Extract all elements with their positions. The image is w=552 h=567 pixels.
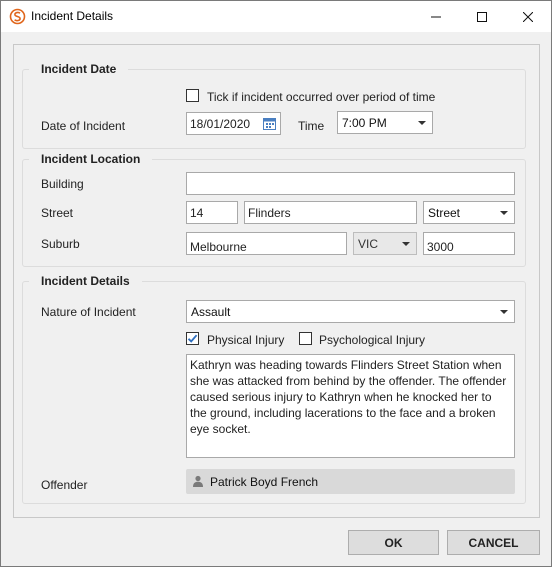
suburb-label: Suburb [41, 237, 80, 251]
minimize-icon [431, 16, 441, 17]
minimize-button[interactable] [413, 1, 459, 32]
chevron-down-icon [500, 310, 508, 314]
date-of-incident-label: Date of Incident [41, 119, 126, 133]
time-dropdown[interactable]: 7:00 PM [337, 111, 433, 134]
person-icon [193, 475, 203, 487]
building-label: Building [41, 177, 84, 191]
window-title: Incident Details [31, 9, 114, 23]
checkmark-icon [187, 334, 198, 343]
date-of-incident-field[interactable]: 18/01/2020 [186, 112, 281, 135]
street-label: Street [41, 206, 74, 220]
chevron-down-icon [500, 211, 508, 215]
offender-label: Offender [41, 478, 88, 492]
incident-date-group [22, 69, 526, 149]
period-checkbox-label: Tick if incident occurred over period of… [207, 90, 436, 104]
app-logo-icon [9, 8, 26, 25]
street-type-dropdown[interactable]: Street [423, 201, 515, 224]
street-name-input[interactable]: Flinders [244, 201, 417, 224]
suburb-input[interactable]: Melbourne [186, 232, 347, 255]
postcode-input[interactable]: 3000 [423, 232, 515, 255]
maximize-icon [477, 11, 487, 22]
physical-injury-checkbox[interactable] [186, 332, 199, 345]
incident-description-textarea[interactable]: Kathryn was heading towards Flinders Str… [186, 354, 515, 458]
chevron-down-icon [402, 242, 410, 246]
date-of-incident-value: 18/01/2020 [190, 117, 251, 131]
street-type-value: Street [428, 206, 461, 220]
incident-details-title: Incident Details [29, 274, 142, 288]
time-value: 7:00 PM [342, 116, 387, 130]
ok-button[interactable]: OK [348, 530, 439, 555]
physical-injury-label: Physical Injury [207, 333, 285, 347]
time-label: Time [298, 119, 325, 133]
maximize-button[interactable] [459, 1, 505, 32]
incident-location-title: Incident Location [29, 152, 153, 166]
psychological-injury-checkbox[interactable] [299, 332, 312, 345]
period-checkbox[interactable] [186, 89, 199, 102]
cancel-button[interactable]: CANCEL [447, 530, 540, 555]
building-input[interactable] [186, 172, 515, 195]
calendar-icon[interactable] [263, 117, 276, 130]
state-value: VIC [358, 237, 379, 251]
state-dropdown[interactable]: VIC [353, 232, 417, 255]
nature-of-incident-value: Assault [191, 305, 231, 319]
close-button[interactable] [505, 1, 551, 32]
nature-of-incident-dropdown[interactable]: Assault [186, 300, 515, 323]
offender-name: Patrick Boyd French [210, 475, 319, 489]
title-bar: Incident Details [1, 1, 551, 32]
nature-of-incident-label: Nature of Incident [41, 305, 136, 319]
street-number-input[interactable]: 14 [186, 201, 238, 224]
chevron-down-icon [418, 121, 426, 125]
incident-details-dialog: Incident Details Incident Date Tick if i… [0, 0, 552, 567]
psychological-injury-label: Psychological Injury [319, 333, 426, 347]
offender-field[interactable]: Patrick Boyd French [186, 469, 515, 494]
close-icon [523, 11, 533, 22]
incident-date-title: Incident Date [29, 62, 129, 76]
